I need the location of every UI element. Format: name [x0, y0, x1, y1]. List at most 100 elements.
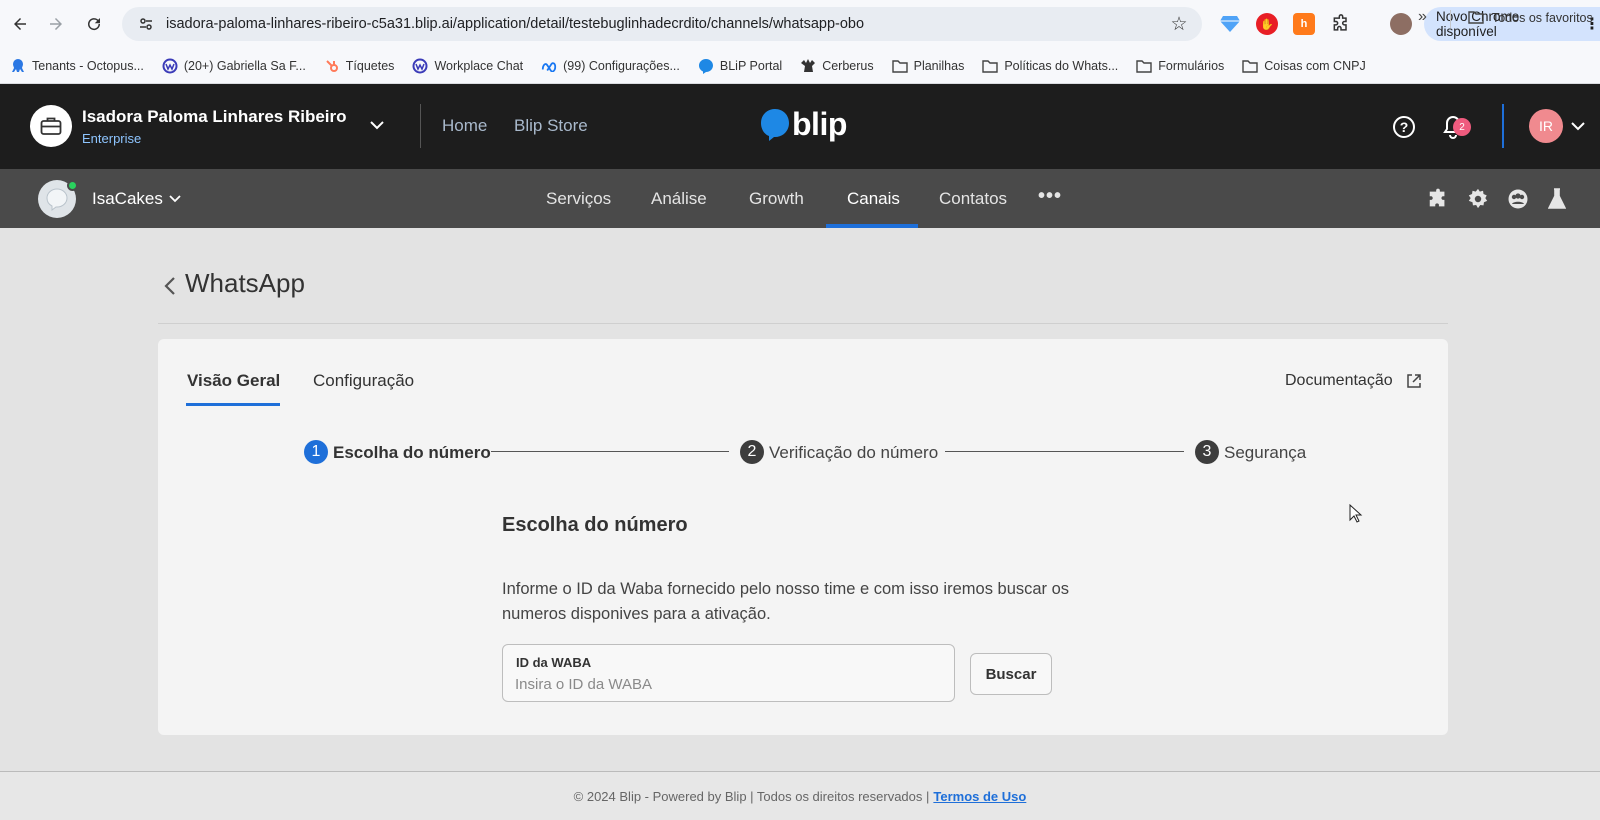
user-avatar[interactable]: IR: [1529, 109, 1563, 143]
tab-growth[interactable]: Growth: [749, 189, 804, 209]
more-tabs-icon[interactable]: •••: [1038, 185, 1062, 208]
bookmark-item[interactable]: (99) Configurações...: [541, 58, 680, 74]
site-settings-icon[interactable]: [136, 14, 156, 34]
folder-icon: [1136, 58, 1152, 74]
waba-id-label: ID da WABA: [516, 655, 592, 670]
blip-logo-word: blip: [792, 106, 847, 142]
org-name: Isadora Paloma Linhares Ribeiro: [82, 107, 347, 126]
folder-icon: [1468, 10, 1484, 26]
bookmark-item[interactable]: (20+) Gabriella Sa F...: [162, 58, 306, 74]
diamond-extension-icon[interactable]: [1219, 13, 1241, 35]
bookmark-item[interactable]: Cerberus: [800, 58, 874, 74]
gear-icon[interactable]: [1466, 187, 1490, 211]
blip-header: Isadora Paloma Linhares Ribeiro Enterpri…: [0, 84, 1600, 169]
all-bookmarks-label: Todos os favoritos: [1492, 11, 1593, 25]
bookmark-item[interactable]: Tenants - Octopus...: [10, 58, 144, 74]
bookmark-item[interactable]: Formulários: [1136, 58, 1224, 74]
step-3-label: Segurança: [1224, 443, 1307, 462]
bot-selector[interactable]: IsaCakes: [92, 189, 181, 209]
page-title: WhatsApp: [185, 268, 305, 298]
step-2-label: Verificação do número: [769, 443, 939, 462]
back-chevron-icon[interactable]: [160, 274, 180, 298]
bookmark-item[interactable]: Políticas do Whats...: [982, 58, 1118, 74]
bookmark-item[interactable]: Planilhas: [891, 58, 965, 74]
folder-icon: [1242, 58, 1258, 74]
forward-icon[interactable]: [38, 6, 74, 42]
channel-card: Visão Geral Configuração Documentação 1 …: [158, 339, 1448, 735]
step-connector: [945, 451, 1184, 452]
flask-icon[interactable]: [1545, 187, 1569, 211]
search-button[interactable]: Buscar: [970, 653, 1052, 695]
profile-avatar-icon[interactable]: [1390, 13, 1412, 35]
bookmarks-bar: Tenants - Octopus... (20+) Gabriella Sa F…: [0, 48, 1600, 84]
tab-configuracao[interactable]: Configuração: [313, 371, 414, 391]
bookmark-item[interactable]: Workplace Chat: [412, 58, 523, 74]
title-divider: [158, 323, 1448, 324]
bookmark-label: BLiP Portal: [719, 58, 783, 73]
chevron-down-icon[interactable]: [366, 114, 388, 136]
active-card-tab-indicator: [186, 403, 280, 406]
bookmark-item[interactable]: Tíquetes: [324, 58, 395, 74]
bookmark-label: Tíquetes: [345, 58, 395, 73]
terms-link[interactable]: Termos de Uso: [933, 789, 1026, 804]
bookmark-label: Planilhas: [913, 58, 965, 73]
blip-logo[interactable]: blip: [760, 106, 847, 143]
documentation-link[interactable]: Documentação: [1285, 372, 1423, 390]
active-tab-indicator: [826, 224, 918, 228]
tab-contatos[interactable]: Contatos: [939, 189, 1007, 209]
bookmark-item[interactable]: Coisas com CNPJ: [1242, 58, 1366, 74]
online-status-dot: [67, 180, 78, 191]
svg-text:?: ?: [1400, 119, 1409, 135]
home-link[interactable]: Home: [442, 116, 487, 136]
bookmark-label: Tenants - Octopus...: [32, 58, 144, 73]
folder-icon: [891, 58, 908, 74]
chevron-down-icon: [169, 195, 181, 203]
header-divider: [420, 104, 421, 148]
hubspot-icon: [324, 58, 340, 74]
step-connector: [491, 451, 729, 452]
bookmarks-overflow-icon[interactable]: »: [1418, 8, 1427, 26]
section-description: Informe o ID da Waba fornecido pelo noss…: [502, 580, 1070, 623]
waba-id-field[interactable]: ID da WABA: [502, 644, 955, 702]
tab-analise[interactable]: Análise: [651, 189, 707, 209]
all-bookmarks-button[interactable]: Todos os favoritos: [1468, 0, 1593, 36]
blip-logo-icon: [761, 108, 789, 141]
tab-servicos[interactable]: Serviços: [546, 189, 611, 209]
tab-canais[interactable]: Canais: [847, 189, 900, 209]
footer: © 2024 Blip - Powered by Blip | Todos os…: [0, 772, 1600, 820]
bot-navigation: IsaCakes Serviços Análise Growth Canais …: [0, 169, 1600, 228]
org-plan: Enterprise: [82, 131, 142, 146]
help-icon[interactable]: ?: [1391, 114, 1417, 140]
step-1-label: Escolha do número: [333, 443, 491, 462]
header-divider-accent: [1502, 104, 1504, 148]
external-link-icon: [1406, 374, 1421, 388]
notification-badge: 2: [1453, 118, 1471, 136]
puzzle-icon[interactable]: [1426, 187, 1450, 211]
blip-store-link[interactable]: Blip Store: [514, 116, 588, 136]
reload-icon[interactable]: [76, 6, 112, 42]
bookmark-label: Políticas do Whats...: [1004, 58, 1119, 73]
stop-extension-icon[interactable]: ✋: [1256, 13, 1278, 35]
tab-visao-geral[interactable]: Visão Geral: [187, 371, 280, 391]
octopus-icon: [10, 58, 26, 74]
chevron-down-icon[interactable]: [1568, 116, 1588, 136]
bookmark-label: Formulários: [1158, 58, 1225, 73]
url-text: isadora-paloma-linhares-ribeiro-c5a31.bl…: [166, 16, 865, 32]
bookmark-label: (99) Configurações...: [563, 58, 680, 73]
footer-text: © 2024 Blip - Powered by Blip | Todos os…: [573, 788, 930, 804]
cerberus-icon: [800, 58, 816, 74]
hubspot-extension-icon[interactable]: h: [1293, 13, 1315, 35]
briefcase-icon[interactable]: [30, 105, 72, 147]
waba-id-input[interactable]: [515, 673, 935, 695]
bookmark-label: Workplace Chat: [434, 58, 524, 73]
workplace-icon: [162, 58, 178, 74]
extensions-puzzle-icon[interactable]: [1330, 13, 1352, 35]
back-icon[interactable]: [2, 6, 38, 42]
browser-toolbar: isadora-paloma-linhares-ribeiro-c5a31.bl…: [0, 0, 1600, 48]
address-bar[interactable]: isadora-paloma-linhares-ribeiro-c5a31.bl…: [122, 7, 1202, 41]
bookmarks-separator: [1450, 10, 1451, 28]
bookmark-item[interactable]: BLiP Portal: [698, 58, 782, 74]
bookmark-star-icon[interactable]: ☆: [1164, 9, 1194, 39]
documentation-label: Documentação: [1285, 372, 1393, 389]
team-icon[interactable]: [1506, 187, 1530, 211]
